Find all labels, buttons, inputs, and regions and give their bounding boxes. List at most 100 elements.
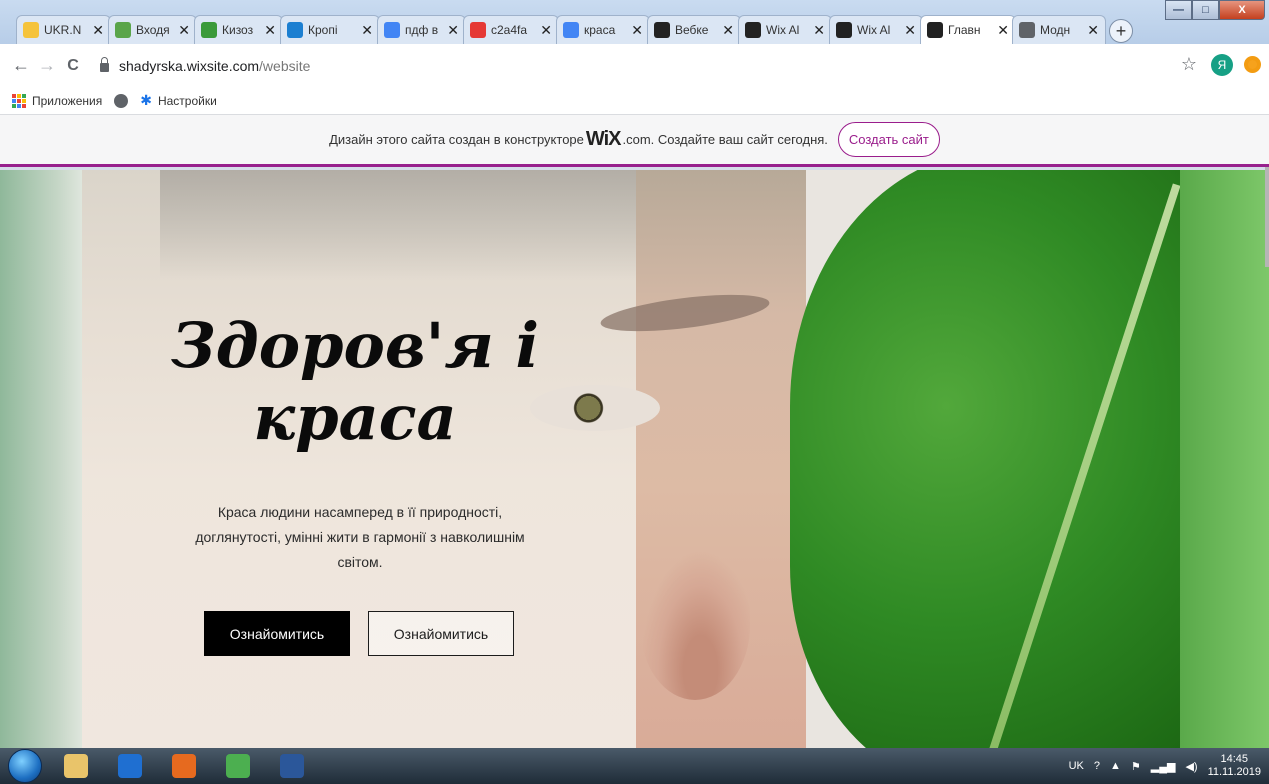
bookmark-label: Настройки [157, 93, 217, 108]
mail-icon [115, 22, 131, 38]
clock-time: 14:45 [1220, 753, 1249, 765]
hero-title-line2: краса [253, 381, 457, 454]
tab-label: Wix Al [857, 23, 891, 37]
bookmark-star-icon[interactable]: ☆ [1181, 54, 1197, 75]
tab-label: краса [584, 23, 616, 37]
taskbar-app-button[interactable] [164, 750, 204, 782]
language-indicator[interactable]: UK [1069, 760, 1084, 772]
forward-button[interactable]: → [34, 55, 60, 76]
bookmark-label: Приложения [32, 93, 103, 108]
hero-title: Здоров'я і краса [160, 310, 550, 454]
profile-avatar[interactable]: Я [1211, 54, 1233, 76]
tab-label: c2a4fa [491, 23, 528, 37]
tab-label: Вебке [675, 23, 709, 37]
browser-tab[interactable]: Вебке ✕ [647, 15, 741, 44]
bookmark-settings[interactable]: ✱ Настройки [140, 92, 217, 109]
wix-banner-text: Дизайн этого сайта создан в конструкторе [329, 132, 584, 147]
tab-close-icon[interactable]: ✕ [722, 22, 734, 39]
tab-close-icon[interactable]: ✕ [904, 22, 916, 39]
close-window-button[interactable]: X [1219, 0, 1265, 20]
taskbar-app-button[interactable] [110, 750, 150, 782]
browser-tab-strip: UKR.N ✕ Входя ✕ Кизоз ✕ Кропі ✕ пдф в ✕ c2a4fa ✕ кра… [0, 0, 1269, 44]
wix-icon [927, 22, 943, 38]
tab-close-icon[interactable]: ✕ [1087, 22, 1099, 39]
address-bar: ← → C shadyrska.wixsite.com/website ☆ Я [0, 44, 1269, 87]
page-scrollbar[interactable] [1265, 167, 1269, 267]
browser-tab[interactable]: пдф в ✕ [377, 15, 466, 44]
media-player-icon [118, 754, 142, 778]
network-signal-icon[interactable]: ▂▄▆ [1151, 760, 1176, 773]
browser-tab[interactable]: Главн ✕ [920, 15, 1016, 44]
circle-app-icon [287, 22, 303, 38]
url-field[interactable]: shadyrska.wixsite.com/website [119, 58, 310, 74]
browser-tab[interactable]: UKR.N ✕ [16, 15, 111, 44]
hero-background-left [0, 170, 82, 748]
create-site-button[interactable]: Создать сайт [837, 122, 940, 157]
tab-close-icon[interactable]: ✕ [540, 22, 552, 39]
tab-close-icon[interactable]: ✕ [178, 22, 190, 39]
browser-tab[interactable]: краса ✕ [556, 15, 650, 44]
wix-icon [654, 22, 670, 38]
tab-close-icon[interactable]: ✕ [813, 22, 825, 39]
taskbar-app-button[interactable] [56, 750, 96, 782]
hero-title-line1: Здоров'я і [170, 309, 540, 382]
browser-tab[interactable]: Модн ✕ [1012, 15, 1106, 44]
tray-expand-icon[interactable]: ▲ [1110, 760, 1121, 772]
url-host: shadyrska.wixsite.com [119, 57, 260, 74]
back-button[interactable]: ← [8, 55, 34, 76]
wix-banner-text-after: .com. Создайте ваш сайт сегодня. [622, 132, 828, 147]
browser-tab[interactable]: c2a4fa ✕ [463, 15, 559, 44]
wix-icon [745, 22, 761, 38]
system-tray: UK ? ▲ ⚑ ▂▄▆ ◀) 14:45 11.11.2019 [1069, 748, 1261, 784]
globe-icon [114, 93, 129, 108]
hero-section: Здоров'я і краса Краса людини насамперед… [0, 170, 1269, 748]
bars-icon [470, 22, 486, 38]
ukrnet-icon [23, 22, 39, 38]
reload-button[interactable]: C [60, 57, 86, 75]
browser-tab[interactable]: Входя ✕ [108, 15, 197, 44]
hero-leaf-edge [1180, 170, 1269, 748]
browser-tab[interactable]: Wix Al ✕ [829, 15, 923, 44]
window-controls: — □ X [1165, 0, 1265, 20]
volume-icon[interactable]: ◀) [1185, 760, 1197, 773]
gear-icon: ✱ [140, 92, 152, 108]
url-path: /website [259, 57, 311, 74]
clock[interactable]: 14:45 11.11.2019 [1208, 753, 1261, 779]
browser-tab[interactable]: Wix Al ✕ [738, 15, 832, 44]
word-icon [280, 754, 304, 778]
tab-close-icon[interactable]: ✕ [997, 22, 1009, 39]
tab-label: Wix Al [766, 23, 800, 37]
file-explorer-icon [64, 754, 88, 778]
google-icon [384, 22, 400, 38]
google-icon [563, 22, 579, 38]
tab-close-icon[interactable]: ✕ [92, 22, 104, 39]
tab-label: Кизоз [222, 23, 254, 37]
extension-icon[interactable] [1244, 56, 1261, 73]
start-button[interactable] [8, 749, 42, 783]
tab-close-icon[interactable]: ✕ [631, 22, 643, 39]
tab-close-icon[interactable]: ✕ [361, 22, 373, 39]
maximize-button[interactable]: □ [1192, 0, 1219, 20]
flag-icon[interactable]: ⚑ [1131, 760, 1141, 773]
clock-date: 11.11.2019 [1207, 766, 1261, 778]
hero-background-hair [160, 170, 636, 280]
browser-tab[interactable]: Кропі ✕ [280, 15, 380, 44]
minimize-button[interactable]: — [1165, 0, 1192, 20]
taskbar-app-button[interactable] [218, 750, 258, 782]
wix-promo-banner: Дизайн этого сайта создан в конструкторе… [0, 115, 1269, 167]
tab-close-icon[interactable]: ✕ [447, 22, 459, 39]
windows-taskbar: UK ? ▲ ⚑ ▂▄▆ ◀) 14:45 11.11.2019 [0, 748, 1269, 784]
bookmark-apps[interactable]: Приложения [12, 93, 103, 108]
browser-tab[interactable]: Кизоз ✕ [194, 15, 283, 44]
tab-label: Входя [136, 23, 170, 37]
tab-close-icon[interactable]: ✕ [264, 22, 276, 39]
learn-more-button-primary[interactable]: Ознайомитись [204, 611, 350, 656]
help-icon[interactable]: ? [1094, 760, 1100, 772]
tab-label: Главн [948, 23, 981, 37]
learn-more-button-secondary[interactable]: Ознайомитись [368, 611, 514, 656]
taskbar-app-button[interactable] [272, 750, 312, 782]
wix-icon [836, 22, 852, 38]
photo-icon [201, 22, 217, 38]
new-tab-button[interactable]: + [1109, 19, 1133, 43]
bookmark-globe[interactable] [114, 93, 129, 108]
